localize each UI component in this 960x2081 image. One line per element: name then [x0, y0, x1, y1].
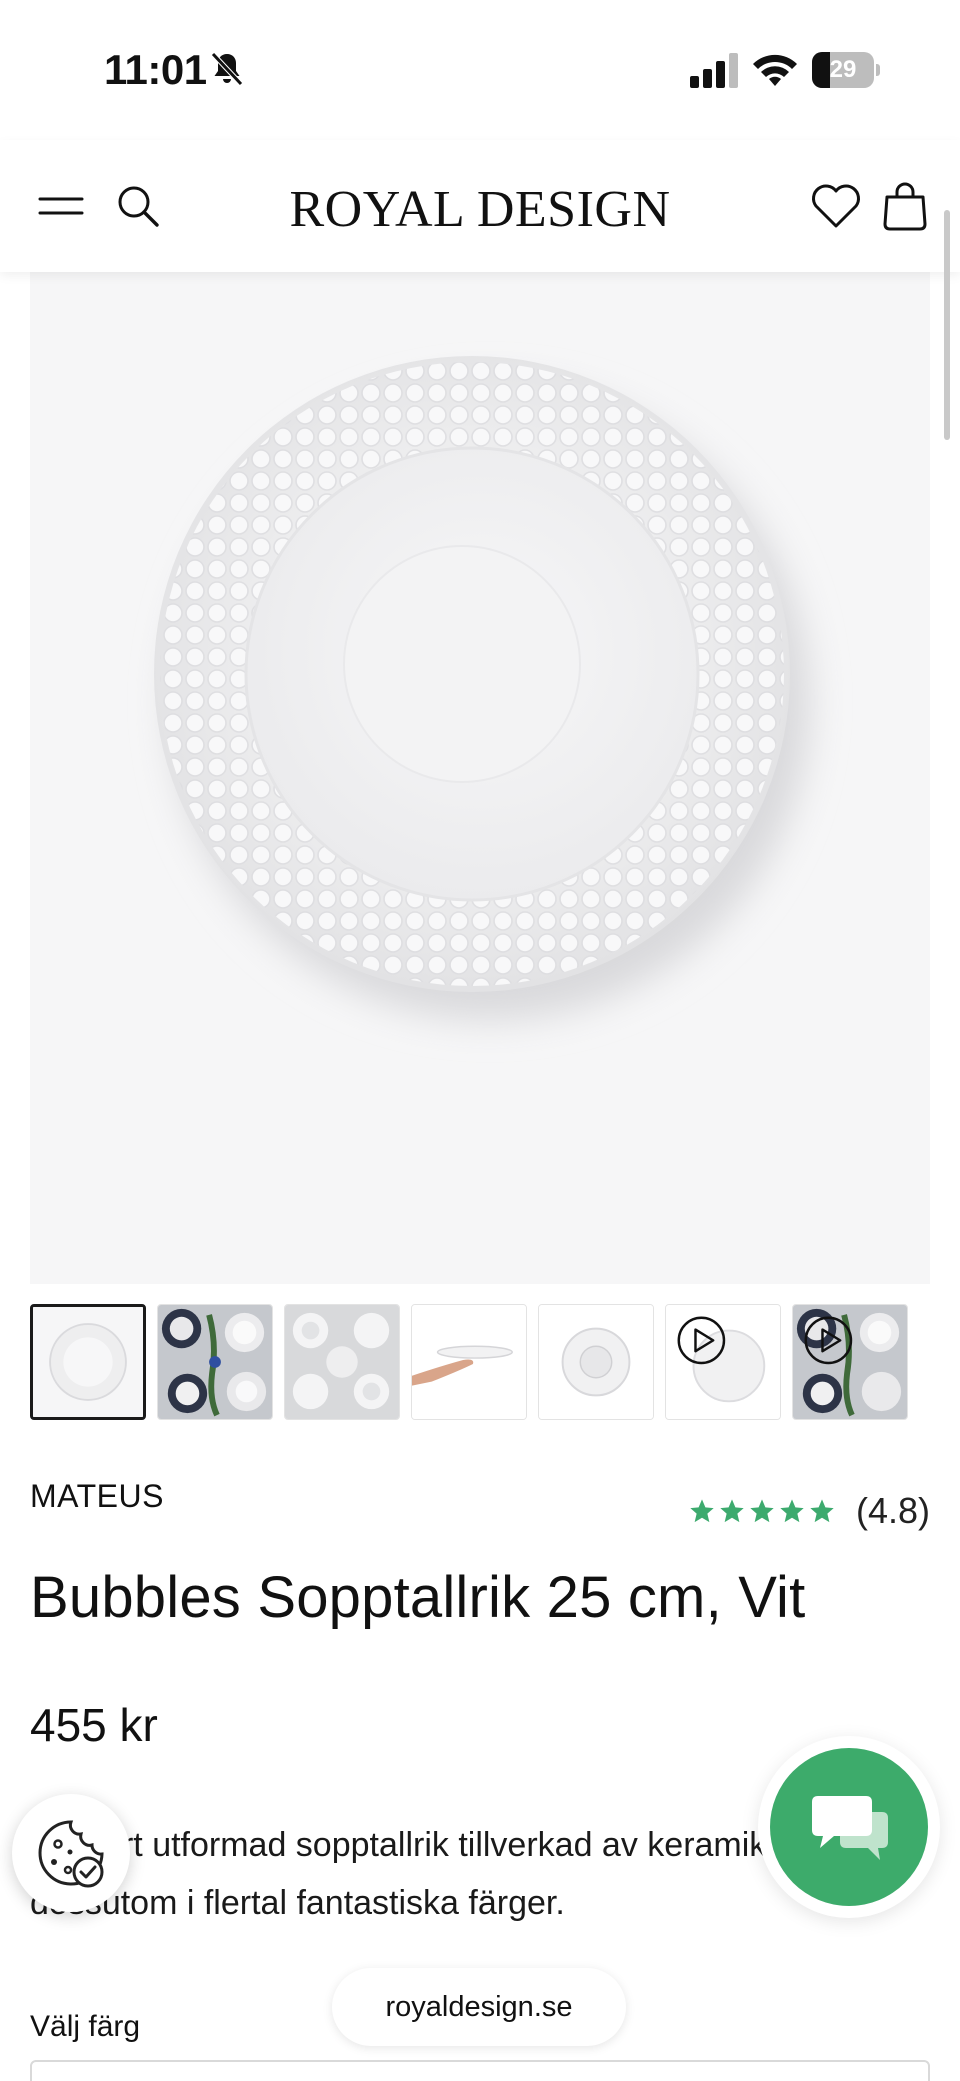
status-bar: 11:01 29 — [0, 0, 960, 140]
product-brand[interactable]: MATEUS — [30, 1478, 164, 1515]
status-time: 11:01 — [104, 46, 207, 93]
bell-slash-icon — [211, 52, 243, 86]
browser-url-pill[interactable]: royaldesign.se — [332, 1968, 626, 2046]
star-icon — [750, 1499, 774, 1523]
rating-value: (4.8) — [855, 1490, 930, 1531]
product-price: 455 kr — [30, 1699, 158, 1751]
chat-bubbles-icon — [812, 1796, 888, 1860]
product-title: Bubbles Sopptallrik 25 cm, Vit — [30, 1565, 806, 1630]
thumbnail-strip — [30, 1304, 940, 1420]
product-main-image[interactable] — [30, 272, 930, 1284]
cellular-signal-icon — [690, 53, 738, 88]
wifi-icon — [753, 54, 797, 86]
thumbnail-table-setting-blue[interactable] — [157, 1304, 273, 1420]
cookie-settings-button[interactable] — [12, 1794, 130, 1912]
battery-icon: 29 — [812, 52, 880, 88]
thumbnail-table-setting-white[interactable] — [284, 1304, 400, 1420]
battery-level-text: 29 — [829, 56, 857, 83]
thumbnail-plate-underside[interactable] — [538, 1304, 654, 1420]
thumbnail-plate-video[interactable] — [665, 1304, 781, 1420]
chat-widget — [758, 1736, 940, 1918]
site-header: ROYAL DESIGN — [0, 140, 960, 272]
color-select[interactable] — [30, 2060, 930, 2081]
product-rating[interactable]: (4.8) — [688, 1490, 930, 1532]
menu-icon[interactable] — [38, 188, 84, 224]
chat-button[interactable] — [770, 1748, 928, 1906]
cookie-icon — [38, 1820, 104, 1888]
thumbnail-table-setting-video[interactable] — [792, 1304, 908, 1420]
thumbnail-plate-on-hand[interactable] — [411, 1304, 527, 1420]
rating-stars — [688, 1497, 836, 1525]
star-icon — [690, 1499, 714, 1523]
thumbnail-plate-front[interactable] — [30, 1304, 146, 1420]
star-icon — [780, 1499, 804, 1523]
heart-icon[interactable] — [810, 182, 862, 230]
scrollbar-thumb[interactable] — [944, 210, 950, 440]
star-icon — [810, 1499, 834, 1523]
shopping-bag-icon[interactable] — [882, 180, 928, 232]
color-select-label: Välj färg — [30, 2010, 141, 2043]
bowl-illustration — [154, 356, 810, 1020]
search-icon[interactable] — [116, 184, 160, 228]
star-icon — [720, 1499, 744, 1523]
